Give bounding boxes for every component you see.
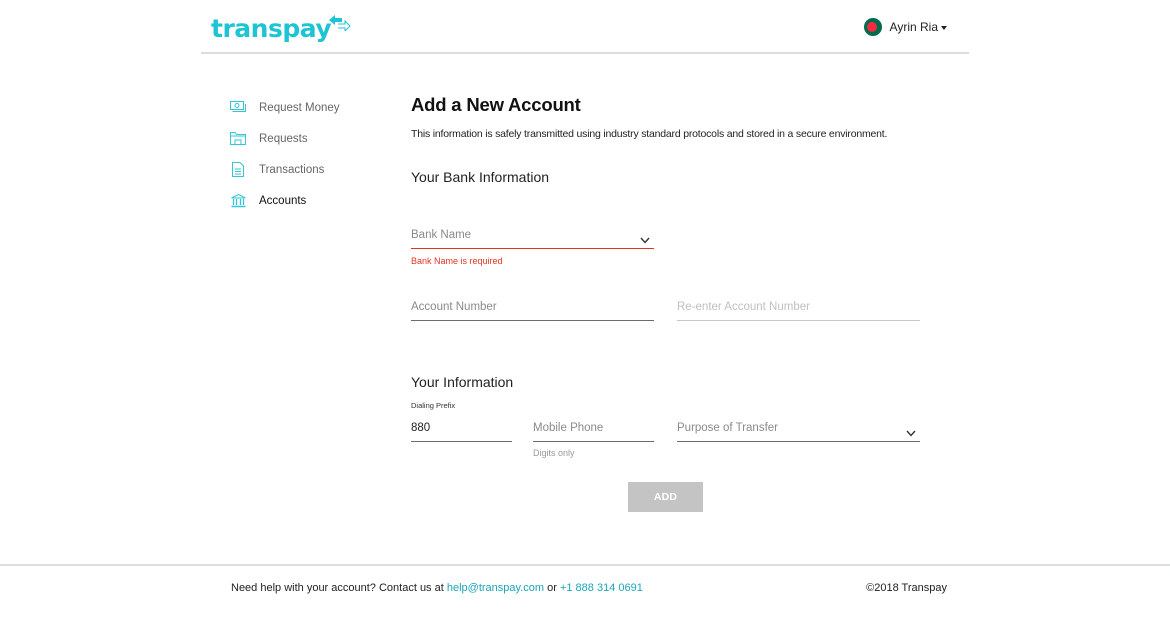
folder-icon	[230, 131, 246, 147]
sidebar-item-request-money[interactable]: Request Money	[230, 92, 340, 123]
sidebar-item-transactions[interactable]: Transactions	[230, 154, 340, 185]
copyright: ©2018 Transpay	[866, 582, 947, 594]
account-number-placeholder: Account Number	[411, 301, 497, 313]
footer-help: Need help with your account? Contact us …	[231, 582, 643, 594]
reenter-account-number-placeholder: Re-enter Account Number	[677, 301, 810, 313]
purpose-of-transfer-select[interactable]: Purpose of Transfer	[677, 416, 920, 442]
transfer-arrows-icon	[329, 15, 351, 33]
your-info-heading: Your Information	[411, 374, 514, 390]
sidebar-item-accounts[interactable]: Accounts	[230, 185, 340, 216]
header: transpay Ayrin Ria	[201, 0, 969, 54]
bank-info-heading: Your Bank Information	[411, 169, 550, 185]
support-email-link[interactable]: help@transpay.com	[447, 582, 544, 594]
caret-down-icon	[941, 26, 947, 30]
page-title: Add a New Account	[411, 94, 581, 115]
bank-name-select[interactable]: Bank Name	[411, 223, 654, 249]
reenter-account-number-input[interactable]: Re-enter Account Number	[677, 295, 920, 321]
logo[interactable]: transpay	[211, 14, 351, 44]
bangladesh-flag-icon	[863, 18, 882, 36]
footer-divider	[0, 564, 1170, 566]
user-name: Ayrin Ria	[889, 20, 938, 34]
support-phone-link[interactable]: +1 888 314 0691	[560, 582, 643, 594]
sidebar-item-label: Accounts	[259, 194, 307, 207]
dialing-prefix-input[interactable]: 880	[411, 416, 512, 442]
sidebar: Request Money Requests Transactions Acco…	[230, 92, 340, 216]
dialing-prefix-value: 880	[411, 422, 431, 434]
sidebar-item-label: Requests	[259, 132, 308, 145]
footer-or-text: or	[544, 582, 560, 594]
user-menu[interactable]: Ayrin Ria	[863, 18, 947, 36]
sidebar-item-label: Request Money	[259, 101, 340, 114]
logo-text: transpay	[211, 14, 332, 43]
document-icon	[230, 162, 246, 178]
bank-icon	[230, 193, 246, 209]
purpose-of-transfer-placeholder: Purpose of Transfer	[677, 422, 778, 434]
add-button[interactable]: ADD	[628, 482, 703, 512]
page: transpay Ayrin Ria Request Money Request…	[0, 0, 1170, 620]
dialing-prefix-label: Dialing Prefix	[411, 401, 456, 410]
mobile-phone-placeholder: Mobile Phone	[533, 422, 604, 434]
mobile-phone-hint: Digits only	[533, 448, 575, 458]
money-icon	[230, 100, 246, 116]
sidebar-item-label: Transactions	[259, 163, 325, 176]
bank-name-placeholder: Bank Name	[411, 229, 472, 241]
sidebar-item-requests[interactable]: Requests	[230, 123, 340, 154]
mobile-phone-input[interactable]: Mobile Phone	[533, 416, 654, 442]
chevron-down-icon	[906, 424, 916, 442]
chevron-down-icon	[640, 231, 650, 249]
page-subtitle: This information is safely transmitted u…	[411, 128, 888, 140]
account-number-input[interactable]: Account Number	[411, 295, 654, 321]
bank-name-error: Bank Name is required	[411, 256, 503, 266]
main-content: Add a New Account This information is sa…	[411, 94, 921, 140]
footer-help-text: Need help with your account? Contact us …	[231, 582, 447, 594]
